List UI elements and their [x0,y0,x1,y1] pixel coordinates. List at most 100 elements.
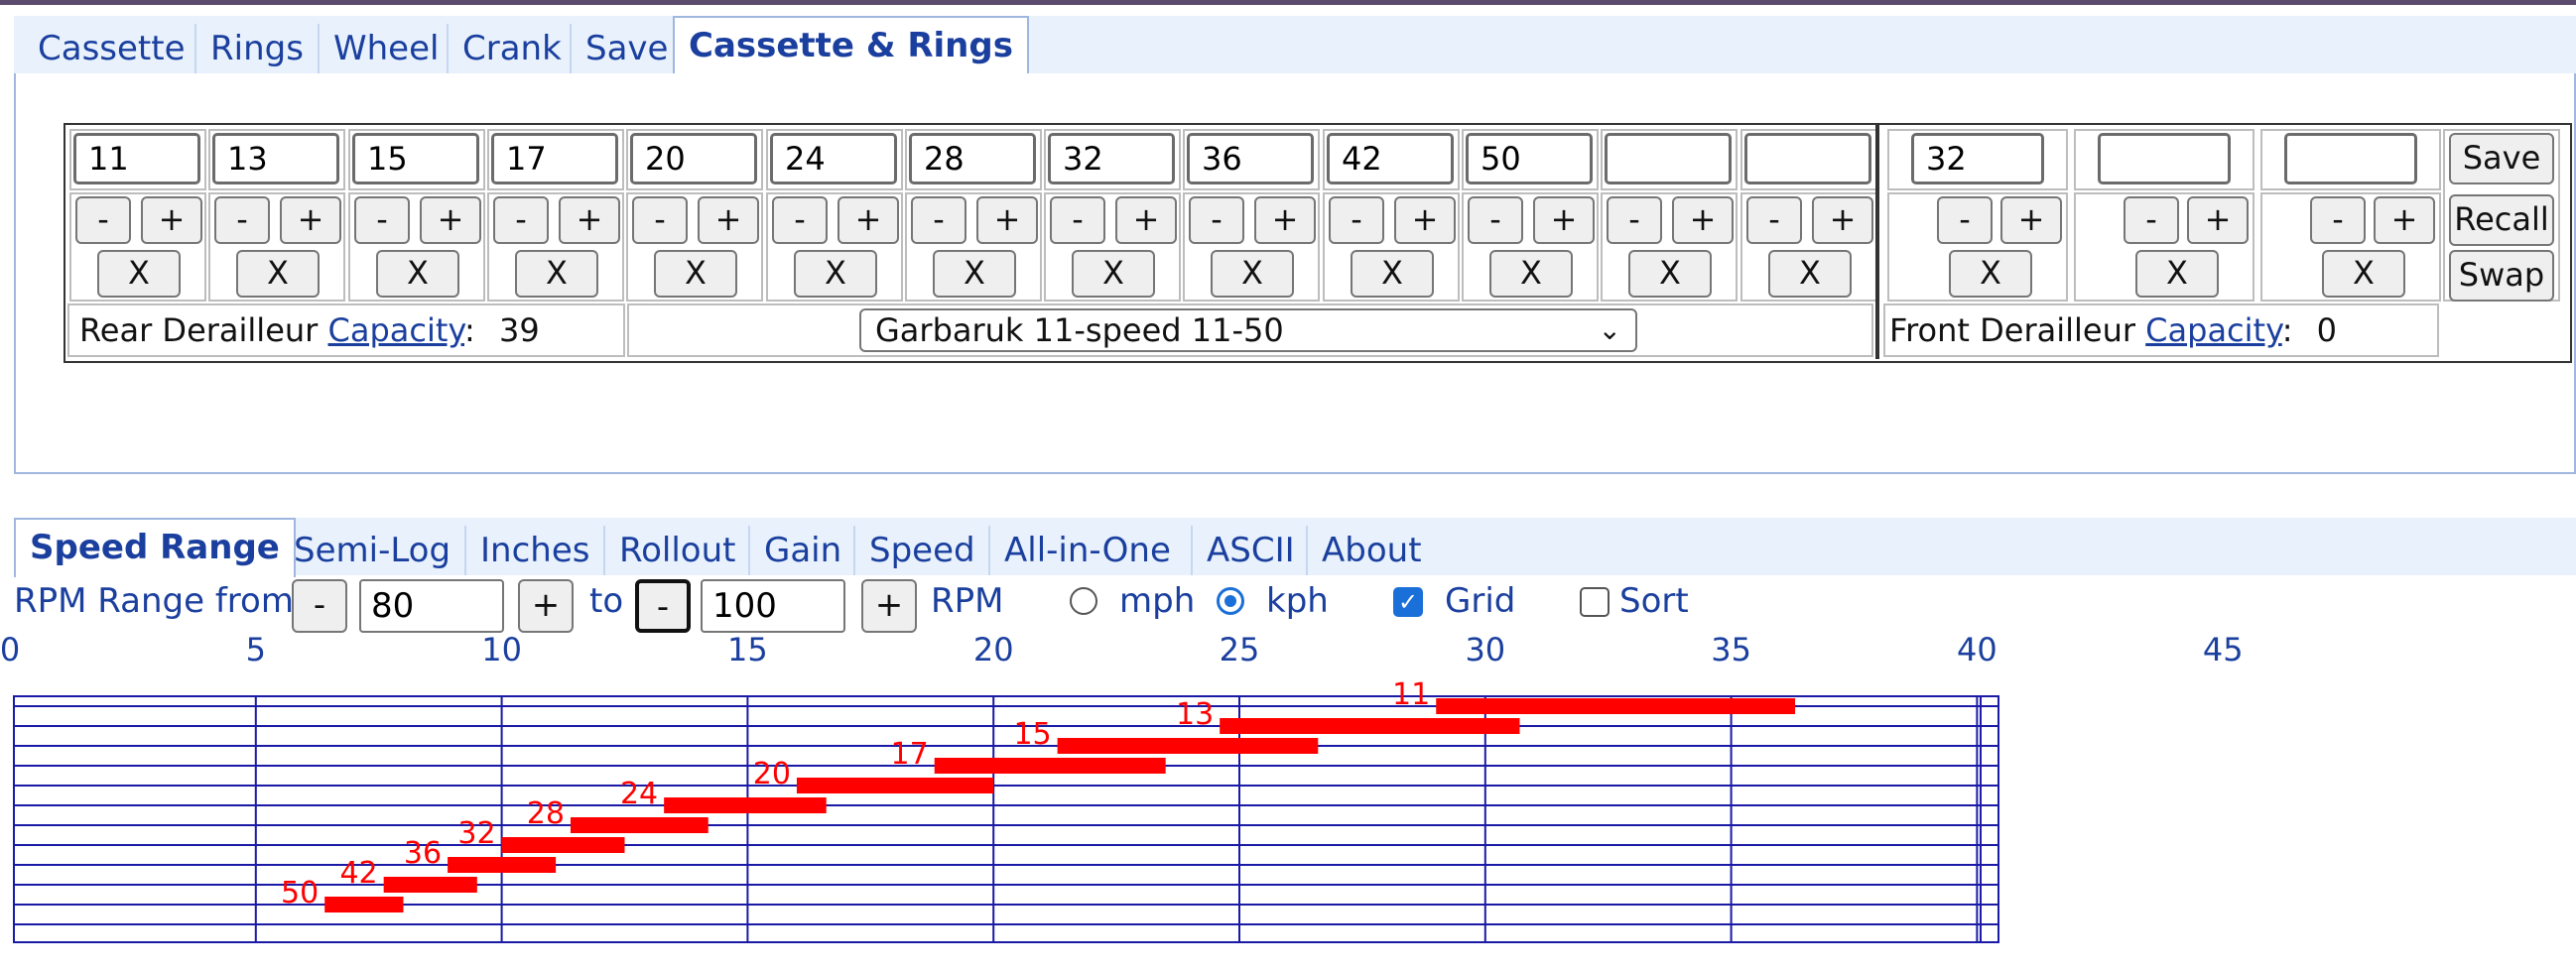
cog-teeth-input[interactable]: 20 [630,133,757,184]
cog-remove-button[interactable]: X [794,250,877,298]
cog-decrement-button[interactable]: - [1329,196,1384,244]
cog-increment-button[interactable]: + [1672,196,1734,244]
tab-ascii[interactable]: ASCII [1191,526,1309,575]
cog-decrement-button[interactable]: - [772,196,828,244]
cog-decrement-button[interactable]: - [75,196,131,244]
cog-remove-button[interactable]: X [933,250,1016,298]
cog-remove-button[interactable]: X [376,250,459,298]
cog-remove-button[interactable]: X [1211,250,1294,298]
tab-semi-log[interactable]: Semi-Log [280,526,464,575]
cog-decrement-button[interactable]: - [911,196,966,244]
front-capacity-value: 0 [2316,311,2337,349]
tab-gain[interactable]: Gain [748,526,855,575]
cog-teeth-input[interactable]: 36 [1187,133,1314,184]
cog-teeth-input[interactable]: 28 [909,133,1036,184]
tab-speed-range[interactable]: Speed Range [14,518,296,577]
cog-remove-button[interactable]: X [1489,250,1573,298]
save-button[interactable]: Save [2449,133,2554,184]
cog-remove-button[interactable]: X [236,250,320,298]
mph-radio[interactable] [1070,587,1097,615]
x-tick-label: 30 [1465,631,1505,668]
grid-checkbox[interactable]: ✓ [1393,587,1423,617]
cog-remove-button[interactable]: X [654,250,737,298]
cog-increment-button[interactable]: + [976,196,1038,244]
cog-decrement-button[interactable]: - [1468,196,1523,244]
cog-teeth-input[interactable]: 13 [212,133,339,184]
cog-increment-button[interactable]: + [559,196,620,244]
rpm-from-input[interactable]: 80 [359,579,504,633]
rpm-from-decrement-button[interactable]: - [292,579,347,633]
cog-teeth-input[interactable]: 32 [1048,133,1175,184]
cog-teeth-input[interactable] [1744,133,1871,184]
tab-save[interactable]: Save [570,24,682,73]
cog-increment-button[interactable]: + [1254,196,1316,244]
swap-button[interactable]: Swap [2449,250,2554,302]
rpm-to-increment-button[interactable]: + [861,579,917,633]
sort-checkbox[interactable] [1580,587,1610,617]
tab-rings[interactable]: Rings [194,24,318,73]
cog-decrement-button[interactable]: - [493,196,549,244]
cog-decrement-button[interactable]: - [1607,196,1662,244]
cog-increment-button[interactable]: + [1394,196,1456,244]
cog-teeth-input[interactable]: 17 [491,133,618,184]
ring-decrement-button[interactable]: - [2310,196,2366,244]
cog-increment-button[interactable]: + [141,196,202,244]
cog-bar-label: 50 [281,876,319,911]
ring-increment-button[interactable]: + [2000,196,2062,244]
cog-teeth-input[interactable]: 15 [352,133,479,184]
x-tick-label: 35 [1711,631,1751,668]
tab-speed[interactable]: Speed [853,526,989,575]
cog-decrement-button[interactable]: - [354,196,410,244]
cog-decrement-button[interactable]: - [632,196,688,244]
cog-teeth-input[interactable]: 24 [770,133,897,184]
cog-bar-label: 28 [527,796,565,831]
cog-remove-button[interactable]: X [1351,250,1434,298]
cog-teeth-input[interactable]: 50 [1466,133,1593,184]
cog-remove-button[interactable]: X [1768,250,1852,298]
tab-inches[interactable]: Inches [464,526,603,575]
cog-increment-button[interactable]: + [280,196,341,244]
ring-increment-button[interactable]: + [2187,196,2249,244]
tab-about[interactable]: About [1306,526,1436,575]
tab-wheel[interactable]: Wheel [318,24,452,73]
ring-decrement-button[interactable]: - [1937,196,1993,244]
cog-increment-button[interactable]: + [698,196,759,244]
cog-teeth-input[interactable] [1605,133,1732,184]
cog-increment-button[interactable]: + [1812,196,1873,244]
front-capacity-link[interactable]: Capacity [2145,311,2282,349]
cog-remove-button[interactable]: X [97,250,181,298]
tab-cassette[interactable]: Cassette [24,24,199,73]
rpm-from-increment-button[interactable]: + [518,579,574,633]
ring-decrement-button[interactable]: - [2124,196,2179,244]
ring-teeth-input[interactable] [2284,133,2417,184]
rpm-to-input[interactable]: 100 [701,579,845,633]
tab-cassette-and-rings[interactable]: Cassette & Rings [673,16,1029,75]
tab-all-in-one[interactable]: All-in-One [988,526,1185,575]
cog-increment-button[interactable]: + [420,196,481,244]
cog-increment-button[interactable]: + [1115,196,1177,244]
cog-remove-button[interactable]: X [1628,250,1712,298]
cog-decrement-button[interactable]: - [1746,196,1802,244]
ring-remove-button[interactable]: X [1949,250,2032,298]
tab-rollout[interactable]: Rollout [603,526,749,575]
recall-button[interactable]: Recall [2449,194,2554,246]
cog-remove-button[interactable]: X [1072,250,1155,298]
ring-remove-button[interactable]: X [2322,250,2405,298]
cog-decrement-button[interactable]: - [1050,196,1105,244]
rear-capacity-link[interactable]: Capacity [327,311,464,349]
tab-crank[interactable]: Crank [447,24,576,73]
cog-decrement-button[interactable]: - [1189,196,1244,244]
rpm-to-decrement-button[interactable]: - [635,579,691,633]
cog-decrement-button[interactable]: - [214,196,270,244]
preset-select[interactable]: Garbaruk 11-speed 11-50 ⌄ [859,308,1637,352]
kph-radio[interactable] [1217,587,1244,615]
cog-teeth-input[interactable]: 42 [1327,133,1454,184]
cog-teeth-input[interactable]: 11 [73,133,200,184]
cog-remove-button[interactable]: X [515,250,598,298]
ring-increment-button[interactable]: + [2374,196,2435,244]
ring-teeth-input[interactable] [2098,133,2231,184]
cog-increment-button[interactable]: + [1533,196,1595,244]
cog-increment-button[interactable]: + [837,196,899,244]
ring-remove-button[interactable]: X [2135,250,2219,298]
ring-teeth-input[interactable]: 32 [1911,133,2044,184]
